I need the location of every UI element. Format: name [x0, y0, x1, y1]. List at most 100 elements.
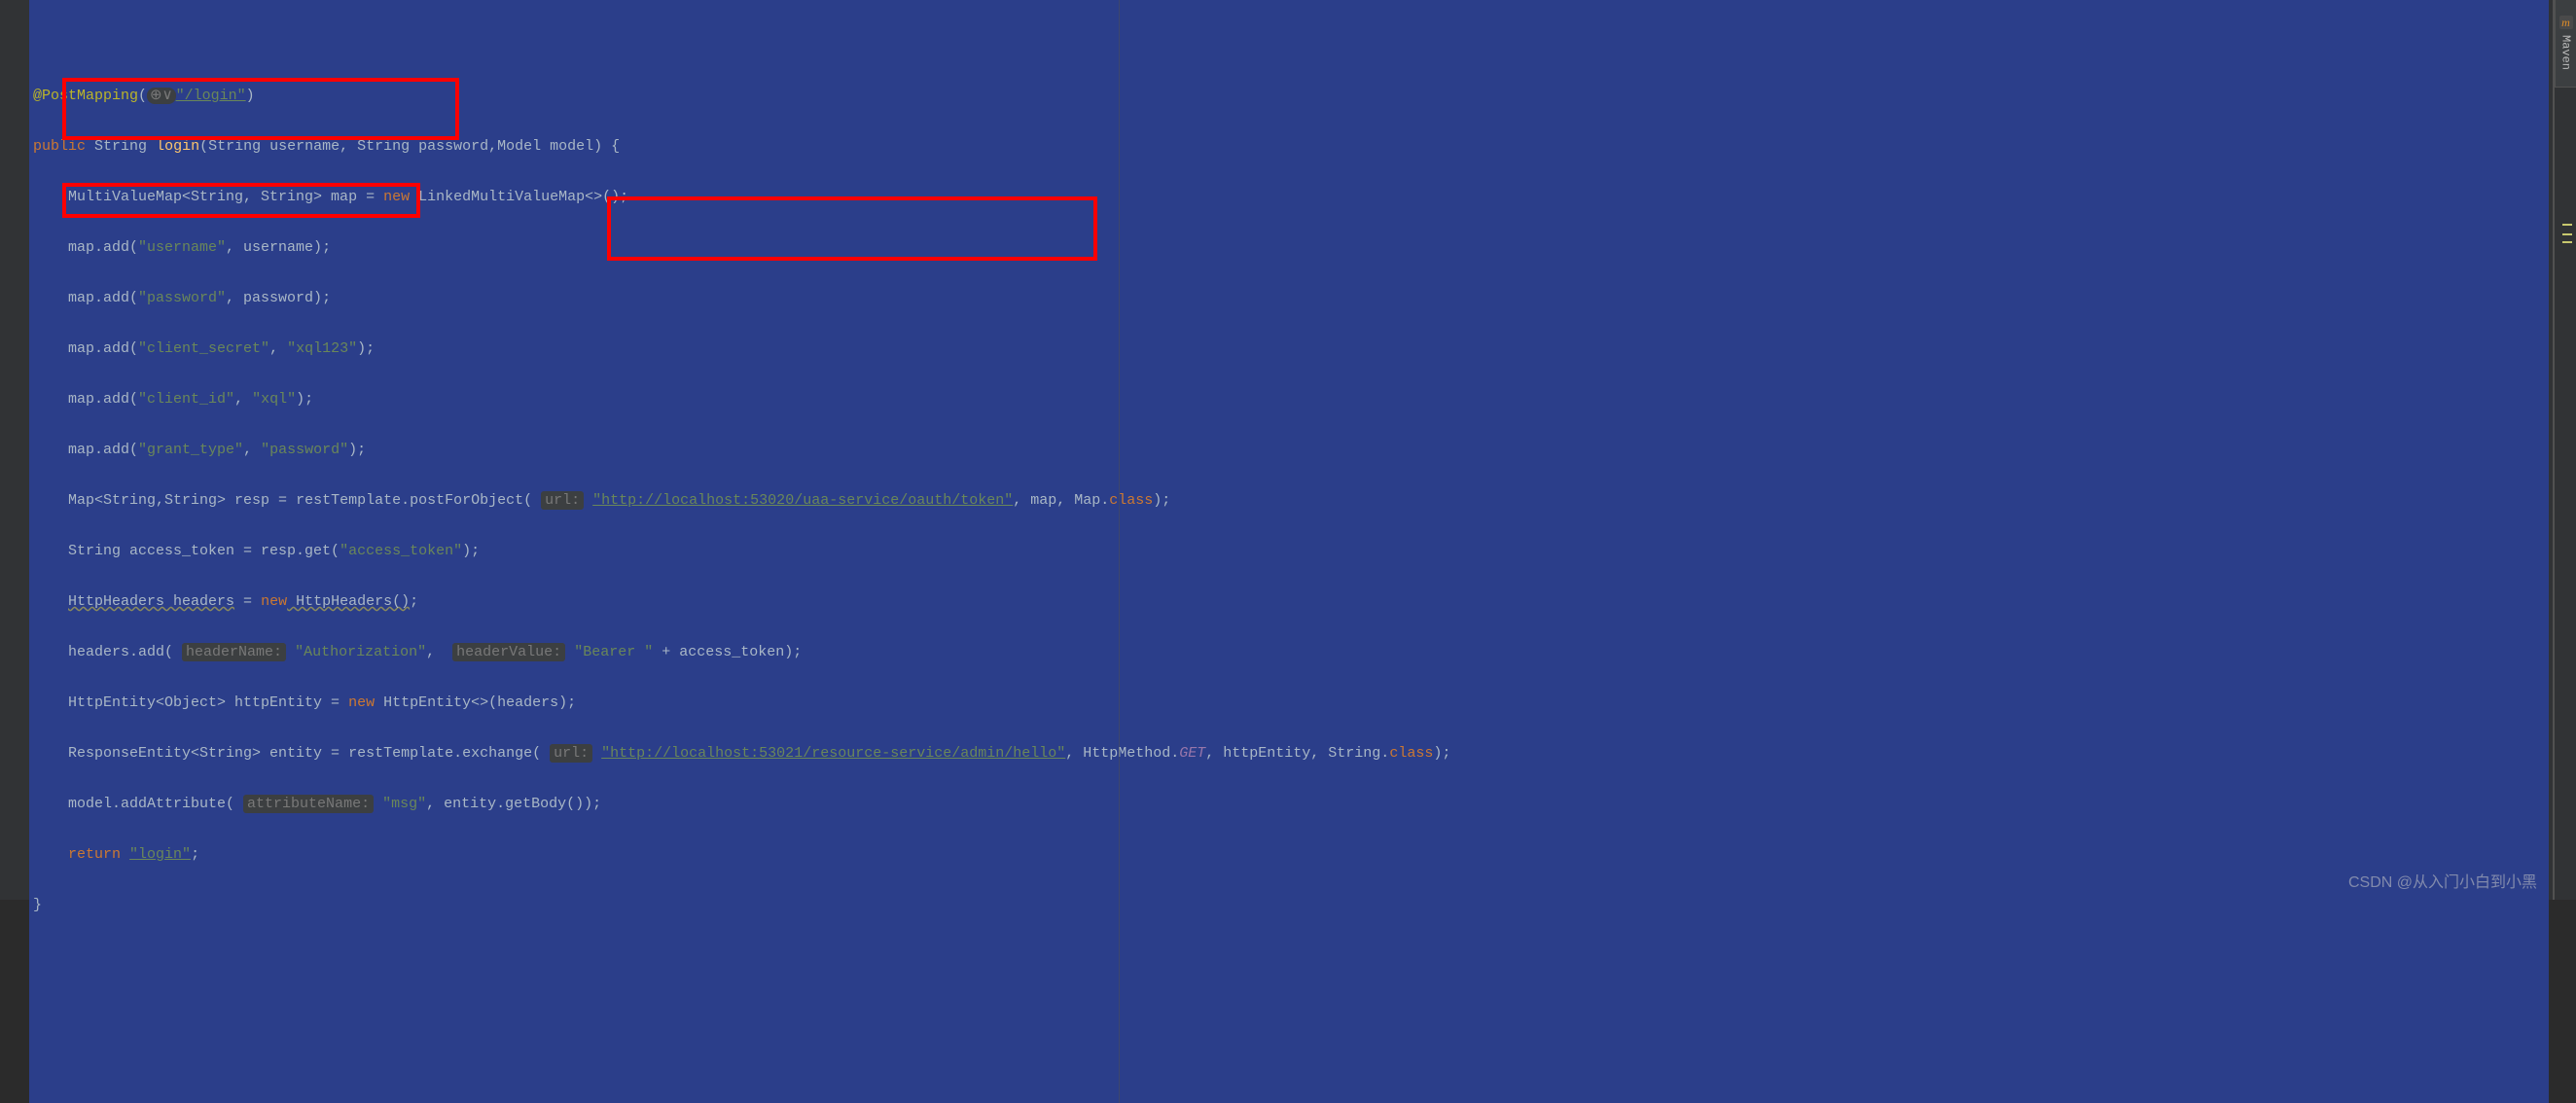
code-line[interactable]: @PostMapping(⊕∨"/login")	[33, 84, 2545, 109]
minimap-warning-mark[interactable]	[2562, 233, 2572, 235]
call: map.add(	[68, 239, 138, 256]
const: GET	[1179, 745, 1205, 762]
code-line[interactable]: String access_token = resp.get("access_t…	[33, 539, 2545, 564]
rest: , map, Map.	[1013, 492, 1109, 509]
keyword: class	[1109, 492, 1153, 509]
var: restTemplate	[348, 745, 453, 762]
ctor: LinkedMultiValueMap<>();	[418, 189, 628, 205]
eq: =	[234, 593, 261, 610]
url-string[interactable]: "http://localhost:53021/resource-service…	[601, 745, 1065, 762]
string: "client_id"	[138, 391, 234, 408]
sep: ,	[243, 442, 261, 458]
decl: HttpHeaders headers	[68, 593, 234, 610]
string: "username"	[138, 239, 226, 256]
code-line[interactable]: HttpEntity<Object> httpEntity = new Http…	[33, 691, 2545, 716]
code-line[interactable]: }	[33, 893, 2545, 918]
sep: ,	[269, 340, 287, 357]
keyword: new	[261, 593, 287, 610]
rest: + access_token);	[653, 644, 802, 660]
keyword: class	[1389, 745, 1433, 762]
end: ;	[410, 593, 418, 610]
editor-container: @PostMapping(⊕∨"/login") public String l…	[0, 0, 2576, 900]
call: .exchange(	[453, 745, 550, 762]
code-line[interactable]: map.add("client_secret", "xql123");	[33, 337, 2545, 362]
url-string[interactable]: "http://localhost:53020/uaa-service/oaut…	[592, 492, 1013, 509]
maven-tool-tab[interactable]: m Maven	[2555, 0, 2576, 88]
code-area[interactable]: @PostMapping(⊕∨"/login") public String l…	[29, 0, 2549, 1103]
rest: , password);	[226, 290, 331, 306]
rest: , HttpMethod.	[1065, 745, 1179, 762]
type: String	[94, 138, 147, 155]
string: "password"	[138, 290, 226, 306]
param-hint: headerValue:	[452, 643, 565, 661]
sep: ,	[234, 391, 252, 408]
code-line[interactable]: MultiValueMap<String, String> map = new …	[33, 185, 2545, 210]
code-line[interactable]: model.addAttribute( attributeName: "msg"…	[33, 792, 2545, 817]
minimap-warning-mark[interactable]	[2562, 241, 2572, 243]
string[interactable]: "login"	[129, 846, 191, 863]
watermark: CSDN @从入门小白到小黑	[2348, 869, 2537, 892]
keyword: new	[348, 694, 375, 711]
string: "xql123"	[287, 340, 357, 357]
keyword: new	[383, 189, 410, 205]
decl: ResponseEntity<String> entity =	[68, 745, 348, 762]
code-line[interactable]: headers.add( headerName: "Authorization"…	[33, 640, 2545, 665]
code-line[interactable]: return "login";	[33, 842, 2545, 868]
maven-tab-label: Maven	[2559, 35, 2573, 70]
column-guide	[1119, 0, 1120, 1103]
string: "Authorization"	[295, 644, 426, 660]
url-string[interactable]: "/login"	[176, 88, 246, 104]
var: restTemplate	[296, 492, 401, 509]
end: );	[1153, 492, 1170, 509]
code-line[interactable]: map.add("grant_type", "password");	[33, 438, 2545, 463]
string: "xql"	[252, 391, 296, 408]
sp	[584, 492, 592, 509]
code-line[interactable]: map.add("password", password);	[33, 286, 2545, 311]
end: );	[1433, 745, 1450, 762]
annotation: @PostMapping	[33, 88, 138, 104]
ctor: HttpHeaders()	[287, 593, 410, 610]
gutter[interactable]	[0, 0, 29, 900]
call: model.addAttribute(	[68, 796, 243, 812]
maven-icon: m	[2559, 16, 2573, 29]
code-line[interactable]: map.add("username", username);	[33, 235, 2545, 261]
string: "Bearer "	[574, 644, 653, 660]
code-line[interactable]: HttpHeaders headers = new HttpHeaders();	[33, 589, 2545, 615]
sep: ,	[426, 644, 452, 660]
sp	[592, 745, 601, 762]
rest: , httpEntity, String.	[1205, 745, 1389, 762]
method-name: login	[156, 138, 199, 155]
end: );	[357, 340, 375, 357]
call: map.add(	[68, 391, 138, 408]
string: "access_token"	[340, 543, 462, 559]
decl: String access_token = resp.get(	[68, 543, 340, 559]
end: );	[296, 391, 313, 408]
param-hint: url:	[550, 744, 592, 763]
string: "password"	[261, 442, 348, 458]
rest: HttpEntity<>(headers);	[375, 694, 576, 711]
end: );	[462, 543, 480, 559]
end: );	[348, 442, 366, 458]
call: headers.add(	[68, 644, 182, 660]
param-hint: attributeName:	[243, 795, 374, 813]
string: "client_secret"	[138, 340, 269, 357]
param-hint: url:	[541, 491, 584, 510]
sp	[121, 846, 129, 863]
gutter-hint-icon[interactable]: ⊕∨	[147, 88, 176, 104]
sp	[286, 644, 295, 660]
rest: , entity.getBody());	[426, 796, 601, 812]
sp	[374, 796, 382, 812]
keyword: public	[33, 138, 86, 155]
string: "msg"	[382, 796, 426, 812]
decl: MultiValueMap<String, String> map =	[68, 189, 375, 205]
param-hint: headerName:	[182, 643, 286, 661]
minimap-warning-mark[interactable]	[2562, 224, 2572, 226]
call: map.add(	[68, 442, 138, 458]
code-line[interactable]: ResponseEntity<String> entity = restTemp…	[33, 741, 2545, 766]
decl: HttpEntity<Object> httpEntity =	[68, 694, 348, 711]
call: .postForObject(	[401, 492, 541, 509]
code-line[interactable]: map.add("client_id", "xql");	[33, 387, 2545, 412]
code-line[interactable]: Map<String,String> resp = restTemplate.p…	[33, 488, 2545, 514]
string: "grant_type"	[138, 442, 243, 458]
code-line[interactable]: public String login(String username, Str…	[33, 134, 2545, 160]
